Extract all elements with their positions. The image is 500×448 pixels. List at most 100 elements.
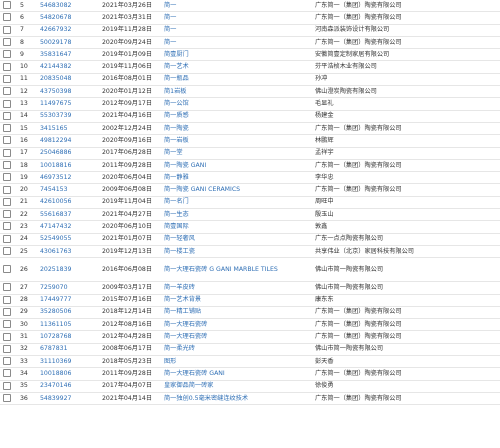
- registration-number-link[interactable]: 6787831: [38, 343, 100, 357]
- trademark-name-link[interactable]: 简壹国际: [162, 220, 313, 234]
- registration-number-link[interactable]: 46973512: [38, 171, 100, 185]
- row-checkbox[interactable]: [3, 381, 11, 390]
- row-checkbox[interactable]: [3, 295, 11, 304]
- row-checkbox[interactable]: [3, 50, 11, 59]
- trademark-name-link[interactable]: 简一大理石瓷砖 G GANI MARBLE TILES: [162, 257, 313, 283]
- trademark-name-link[interactable]: 简一艺术背景: [162, 294, 313, 307]
- registration-number-link[interactable]: 42610056: [38, 196, 100, 210]
- registration-number-link[interactable]: 23470146: [38, 380, 100, 393]
- trademark-name-link[interactable]: 简一瓶品: [162, 73, 313, 87]
- trademark-name-link[interactable]: 简一大理石瓷砖 GANI: [162, 367, 313, 381]
- row-checkbox[interactable]: [3, 25, 11, 34]
- table-row: 24 52549055 2021年01月07日 简一轻奢风 广东一点点陶瓷有限公司: [0, 233, 500, 246]
- trademark-name-link[interactable]: 简一公馆: [162, 97, 313, 111]
- registration-number-link[interactable]: 31110369: [38, 355, 100, 369]
- row-checkbox[interactable]: [3, 62, 11, 71]
- trademark-name-link[interactable]: 简一名门: [162, 196, 313, 210]
- trademark-name-link[interactable]: 简一羊皮砖: [162, 281, 313, 295]
- applicant-name: 佛山市简一陶瓷有限公司: [313, 257, 500, 283]
- registration-number-link[interactable]: 11361105: [38, 318, 100, 332]
- registration-number-link[interactable]: 50029178: [38, 36, 100, 50]
- registration-number-link[interactable]: 43750398: [38, 85, 100, 99]
- registration-number-link[interactable]: 11497675: [38, 97, 100, 111]
- row-checkbox[interactable]: [3, 124, 11, 133]
- row-checkbox[interactable]: [3, 394, 11, 403]
- row-checkbox[interactable]: [3, 136, 11, 145]
- row-checkbox[interactable]: [3, 332, 11, 341]
- trademark-name-link[interactable]: 简一: [162, 0, 313, 13]
- trademark-name-link[interactable]: 皇家御品简一砖家: [162, 380, 313, 393]
- registration-number-link[interactable]: 54683082: [38, 0, 100, 13]
- trademark-name-link[interactable]: 简1岩板: [162, 85, 313, 99]
- row-checkbox[interactable]: [3, 197, 11, 206]
- row-checkbox[interactable]: [3, 173, 11, 182]
- trademark-name-link[interactable]: 简一艺术: [162, 60, 313, 74]
- trademark-name-link[interactable]: 简一生态: [162, 208, 313, 222]
- registration-number-link[interactable]: 20835048: [38, 73, 100, 87]
- trademark-name-link[interactable]: 简一楼工瓷: [162, 245, 313, 259]
- registration-number-link[interactable]: 55616837: [38, 208, 100, 222]
- trademark-name-link[interactable]: 简一静雅: [162, 171, 313, 185]
- row-checkbox[interactable]: [3, 1, 11, 10]
- trademark-name-link[interactable]: 简一堂: [162, 147, 313, 160]
- registration-number-link[interactable]: 55303739: [38, 110, 100, 123]
- trademark-name-link[interactable]: 简一陶瓷: [162, 122, 313, 136]
- row-checkbox[interactable]: [3, 161, 11, 169]
- row-checkbox[interactable]: [3, 111, 11, 120]
- row-checkbox[interactable]: [3, 265, 11, 274]
- registration-number-link[interactable]: 7454153: [38, 183, 100, 197]
- row-checkbox[interactable]: [3, 99, 11, 108]
- trademark-name-link[interactable]: 简一: [162, 36, 313, 50]
- row-checkbox[interactable]: [3, 87, 11, 96]
- trademark-name-link[interactable]: 简一大理石瓷砖: [162, 330, 313, 344]
- row-select-cell: [0, 294, 14, 307]
- row-checkbox[interactable]: [3, 38, 11, 47]
- registration-number-link[interactable]: 25046886: [38, 147, 100, 160]
- row-checkbox[interactable]: [3, 369, 11, 378]
- registration-number-link[interactable]: 54839927: [38, 392, 100, 406]
- trademark-name-link[interactable]: 简一精工铺贴: [162, 306, 313, 320]
- row-checkbox[interactable]: [3, 283, 11, 292]
- registration-number-link[interactable]: 47147432: [38, 220, 100, 234]
- registration-number-link[interactable]: 3415165: [38, 122, 100, 136]
- trademark-name-link[interactable]: 简一大理石瓷砖: [162, 318, 313, 332]
- row-checkbox[interactable]: [3, 210, 11, 219]
- registration-number-link[interactable]: 10018816: [38, 159, 100, 173]
- row-checkbox[interactable]: [3, 185, 11, 194]
- row-checkbox[interactable]: [3, 74, 11, 83]
- row-checkbox[interactable]: [3, 222, 11, 231]
- registration-number-link[interactable]: 52549055: [38, 233, 100, 246]
- row-checkbox[interactable]: [3, 13, 11, 22]
- registration-number-link[interactable]: 7259070: [38, 281, 100, 295]
- trademark-name-link[interactable]: 简壹厨门: [162, 48, 313, 62]
- row-checkbox[interactable]: [3, 148, 11, 157]
- registration-number-link[interactable]: 10728768: [38, 330, 100, 344]
- registration-number-link[interactable]: 35280506: [38, 306, 100, 320]
- registration-number-link[interactable]: 43061763: [38, 245, 100, 259]
- registration-number-link[interactable]: 54820678: [38, 11, 100, 25]
- trademark-name-link[interactable]: 简一陶瓷 GANI: [162, 159, 313, 173]
- trademark-name-link[interactable]: 简一岩板: [162, 134, 313, 148]
- registration-number-link[interactable]: 17449777: [38, 294, 100, 307]
- trademark-name-link[interactable]: 简一质感: [162, 110, 313, 123]
- trademark-name-link[interactable]: 简一: [162, 24, 313, 37]
- row-checkbox[interactable]: [3, 247, 11, 256]
- row-checkbox[interactable]: [3, 320, 11, 329]
- trademark-name-link[interactable]: 简一柔光砖: [162, 343, 313, 357]
- row-checkbox[interactable]: [3, 344, 11, 353]
- row-checkbox[interactable]: [3, 234, 11, 243]
- row-select-cell: [0, 24, 14, 37]
- registration-number-link[interactable]: 49812294: [38, 134, 100, 148]
- trademark-name-link[interactable]: 简一陶瓷 GANI CERAMICS: [162, 183, 313, 197]
- row-checkbox[interactable]: [3, 357, 11, 366]
- registration-number-link[interactable]: 35831647: [38, 48, 100, 62]
- registration-number-link[interactable]: 20251839: [38, 257, 100, 283]
- row-checkbox[interactable]: [3, 307, 11, 316]
- trademark-name-link[interactable]: 简一: [162, 11, 313, 25]
- registration-number-link[interactable]: 42667932: [38, 24, 100, 37]
- registration-number-link[interactable]: 42144382: [38, 60, 100, 74]
- trademark-name-link[interactable]: 简一轻奢风: [162, 233, 313, 246]
- registration-number-link[interactable]: 10018806: [38, 367, 100, 381]
- trademark-name-link[interactable]: 简一独创0.5毫米密缝连纹技术: [162, 392, 313, 406]
- trademark-name-link[interactable]: 图形: [162, 355, 313, 369]
